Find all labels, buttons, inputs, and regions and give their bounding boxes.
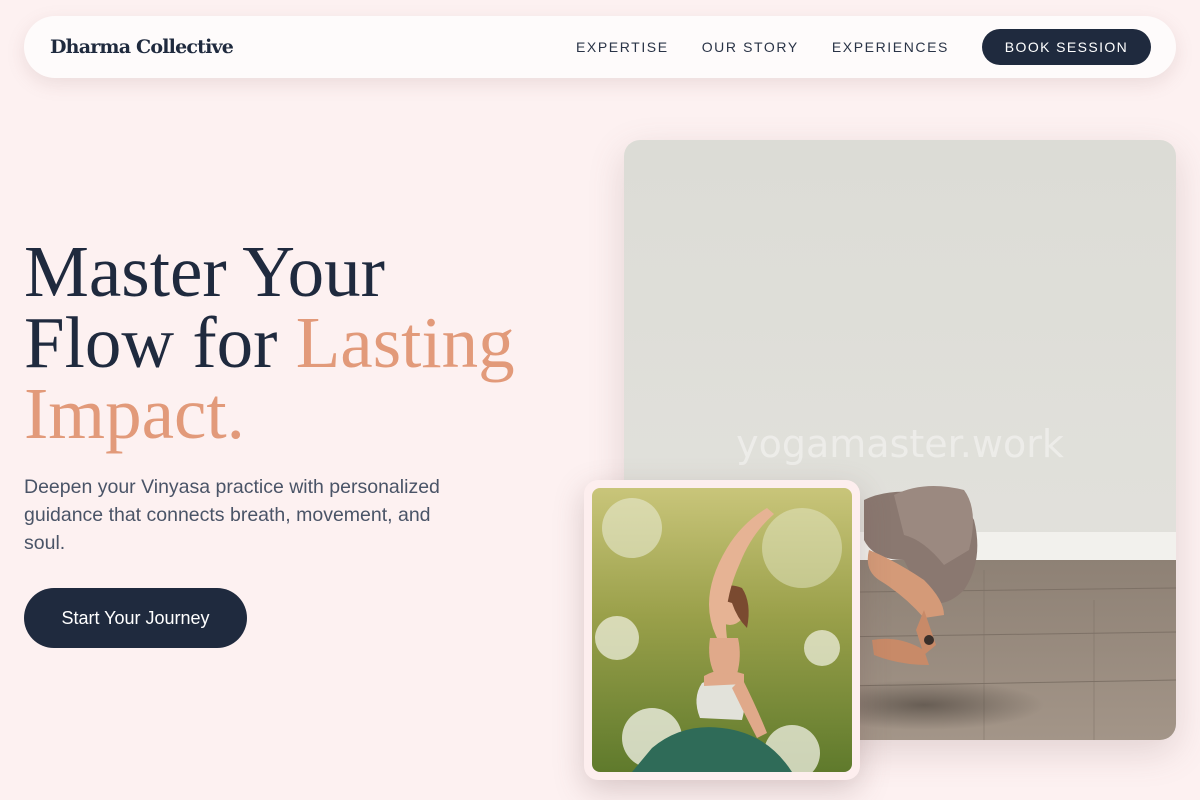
hero-title-accent-impact: Impact.	[24, 373, 245, 454]
hero-title-line-1: Master Your	[24, 231, 385, 312]
hero-title-line-2: Flow for Lasting	[24, 306, 515, 379]
start-journey-button[interactable]: Start Your Journey	[24, 588, 247, 648]
hero-title-line-2-text: Flow for	[24, 302, 296, 383]
brand-logo[interactable]: Dharma Collective	[50, 36, 234, 58]
nav-link-experiences[interactable]: EXPERIENCES	[832, 39, 949, 55]
book-session-button[interactable]: BOOK SESSION	[982, 29, 1151, 65]
photo-watermark: yogamaster.work	[736, 422, 1064, 466]
nav-link-expertise[interactable]: EXPERTISE	[576, 39, 669, 55]
meadow-stretch-illustration	[592, 488, 852, 772]
hero-title: Master Your Flow for Lasting Impact.	[24, 231, 515, 454]
main-nav: EXPERTISE OUR STORY EXPERIENCES BOOK SES…	[576, 29, 1151, 65]
inset-yoga-photo	[584, 480, 860, 780]
nav-link-our-story[interactable]: OUR STORY	[702, 39, 799, 55]
hero-description: Deepen your Vinyasa practice with person…	[24, 476, 440, 554]
top-navbar: Dharma Collective EXPERTISE OUR STORY EX…	[24, 16, 1176, 78]
hero-title-accent-lasting: Lasting	[295, 302, 515, 383]
